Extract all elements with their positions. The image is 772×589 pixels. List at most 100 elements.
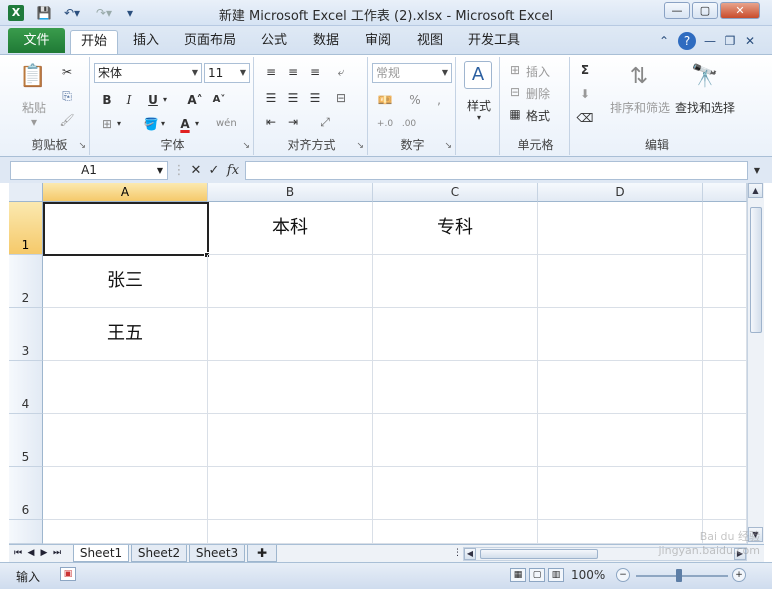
column-header-a[interactable]: A [43, 183, 208, 202]
alignment-launcher-icon[interactable]: ↘ [356, 141, 364, 151]
sheet-tab-sheet2[interactable]: Sheet2 [131, 545, 187, 562]
column-header-c[interactable]: C [373, 183, 538, 202]
fill-icon[interactable]: ⬇ [576, 85, 594, 103]
insert-cells-icon[interactable]: ⊞ [506, 61, 524, 79]
cell-c2[interactable] [373, 255, 538, 308]
expand-formula-bar-icon[interactable]: ▼ [750, 161, 764, 180]
cell-a4[interactable] [43, 361, 208, 414]
paste-button[interactable]: 粘贴 [14, 99, 54, 116]
tab-file[interactable]: 文件 [8, 28, 65, 53]
cell-e4[interactable] [703, 361, 747, 414]
comma-icon[interactable]: , [430, 91, 448, 109]
font-color-dropdown-icon[interactable]: ▾ [192, 115, 202, 133]
copy-icon[interactable]: ⎘ [58, 87, 76, 105]
number-format-combo[interactable]: 常规 ▼ [372, 63, 452, 83]
decrease-indent-icon[interactable]: ⇤ [262, 113, 280, 131]
cell-d5[interactable] [538, 414, 703, 467]
macro-record-icon[interactable]: ▣ [60, 567, 76, 581]
paste-dropdown-icon[interactable]: ▾ [24, 115, 44, 129]
cell-a5[interactable] [43, 414, 208, 467]
row-header-3[interactable]: 3 [9, 308, 43, 361]
normal-view-icon[interactable]: ▦ [510, 568, 526, 582]
column-header-b[interactable]: B [208, 183, 373, 202]
cell-b3[interactable] [208, 308, 373, 361]
font-launcher-icon[interactable]: ↘ [242, 141, 250, 151]
maximize-button[interactable]: ▢ [692, 2, 718, 19]
styles-dropdown-icon[interactable]: ▾ [458, 113, 500, 122]
zoom-level[interactable]: 100% [571, 568, 605, 582]
cell-c1[interactable]: 专科 [373, 202, 538, 255]
italic-icon[interactable]: I [120, 91, 138, 109]
align-bottom-icon[interactable]: ≡ [306, 63, 324, 81]
doc-close-icon[interactable]: ✕ [742, 32, 758, 50]
row-header-6[interactable]: 6 [9, 467, 43, 520]
tab-review[interactable]: 审阅 [354, 30, 402, 55]
vertical-scroll-thumb[interactable] [750, 207, 762, 333]
tab-data[interactable]: 数据 [302, 30, 350, 55]
cell-e2[interactable] [703, 255, 747, 308]
cell-e5[interactable] [703, 414, 747, 467]
font-name-combo[interactable]: 宋体 ▼ [94, 63, 202, 83]
format-cells-icon[interactable]: ▦ [506, 105, 524, 123]
clipboard-launcher-icon[interactable]: ↘ [78, 141, 86, 151]
tab-home[interactable]: 开始 [70, 30, 118, 55]
align-right-icon[interactable]: ☰ [306, 89, 324, 107]
row-header-1[interactable]: 1 [9, 202, 43, 255]
last-sheet-icon[interactable]: ⏭ [51, 547, 63, 560]
sort-filter-icon[interactable]: ⇅ [624, 61, 654, 93]
insert-sheet-icon[interactable]: ✚ [247, 545, 277, 562]
align-top-icon[interactable]: ≡ [262, 63, 280, 81]
column-header-partial[interactable] [703, 183, 747, 202]
tab-insert[interactable]: 插入 [122, 30, 170, 55]
sheet-tab-sheet3[interactable]: Sheet3 [189, 545, 245, 562]
number-launcher-icon[interactable]: ↘ [444, 141, 452, 151]
cell-a3[interactable]: 王五 [43, 308, 208, 361]
sheet-tab-sheet1[interactable]: Sheet1 [73, 545, 129, 562]
paste-icon[interactable]: 📋 [18, 61, 48, 93]
cell-b5[interactable] [208, 414, 373, 467]
cell-a7[interactable] [43, 520, 208, 544]
format-painter-icon[interactable]: 🖌 [58, 111, 76, 129]
collapse-ribbon-icon[interactable]: ⌃ [656, 32, 672, 50]
cell-a1[interactable] [43, 202, 209, 256]
cell-a2[interactable]: 张三 [43, 255, 208, 308]
zoom-slider[interactable] [636, 575, 728, 577]
cell-d4[interactable] [538, 361, 703, 414]
cut-icon[interactable]: ✂ [58, 63, 76, 81]
cell-b2[interactable] [208, 255, 373, 308]
cancel-entry-button[interactable]: ✕ [188, 161, 204, 180]
cell-e3[interactable] [703, 308, 747, 361]
page-layout-view-icon[interactable]: ▢ [529, 568, 545, 582]
cell-b4[interactable] [208, 361, 373, 414]
underline-dropdown-icon[interactable]: ▾ [160, 91, 170, 109]
column-header-d[interactable]: D [538, 183, 703, 202]
cell-a6[interactable] [43, 467, 208, 520]
close-button[interactable]: ✕ [720, 2, 760, 19]
align-left-icon[interactable]: ☰ [262, 89, 280, 107]
cell-d3[interactable] [538, 308, 703, 361]
cell-c5[interactable] [373, 414, 538, 467]
align-middle-icon[interactable]: ≡ [284, 63, 302, 81]
tab-formulas[interactable]: 公式 [250, 30, 298, 55]
zoom-in-icon[interactable]: + [732, 568, 746, 582]
row-header-partial[interactable] [9, 520, 43, 544]
clear-icon[interactable]: ⌫ [576, 109, 594, 127]
cell-c6[interactable] [373, 467, 538, 520]
delete-cells-icon[interactable]: ⊟ [506, 83, 524, 101]
wrap-text-icon[interactable]: ⤶ [332, 63, 350, 81]
tab-page-layout[interactable]: 页面布局 [176, 30, 244, 55]
styles-icon[interactable]: A [464, 61, 492, 89]
zoom-slider-knob[interactable] [676, 569, 682, 582]
shrink-font-icon[interactable]: A˅ [210, 91, 228, 109]
page-break-view-icon[interactable]: ▥ [548, 568, 564, 582]
increase-decimal-icon[interactable]: +.0 [376, 115, 394, 133]
doc-minimize-icon[interactable]: — [702, 32, 718, 50]
bold-icon[interactable]: B [98, 91, 116, 109]
scroll-up-icon[interactable]: ▲ [748, 183, 763, 198]
vertical-scrollbar[interactable]: ▲ ▼ [747, 183, 764, 544]
enter-entry-button[interactable]: ✓ [206, 161, 222, 180]
borders-dropdown-icon[interactable]: ▾ [114, 115, 124, 133]
cell-b1[interactable]: 本科 [208, 202, 373, 255]
next-sheet-icon[interactable]: ▶ [38, 547, 50, 560]
phonetic-icon[interactable]: wén [216, 115, 237, 133]
